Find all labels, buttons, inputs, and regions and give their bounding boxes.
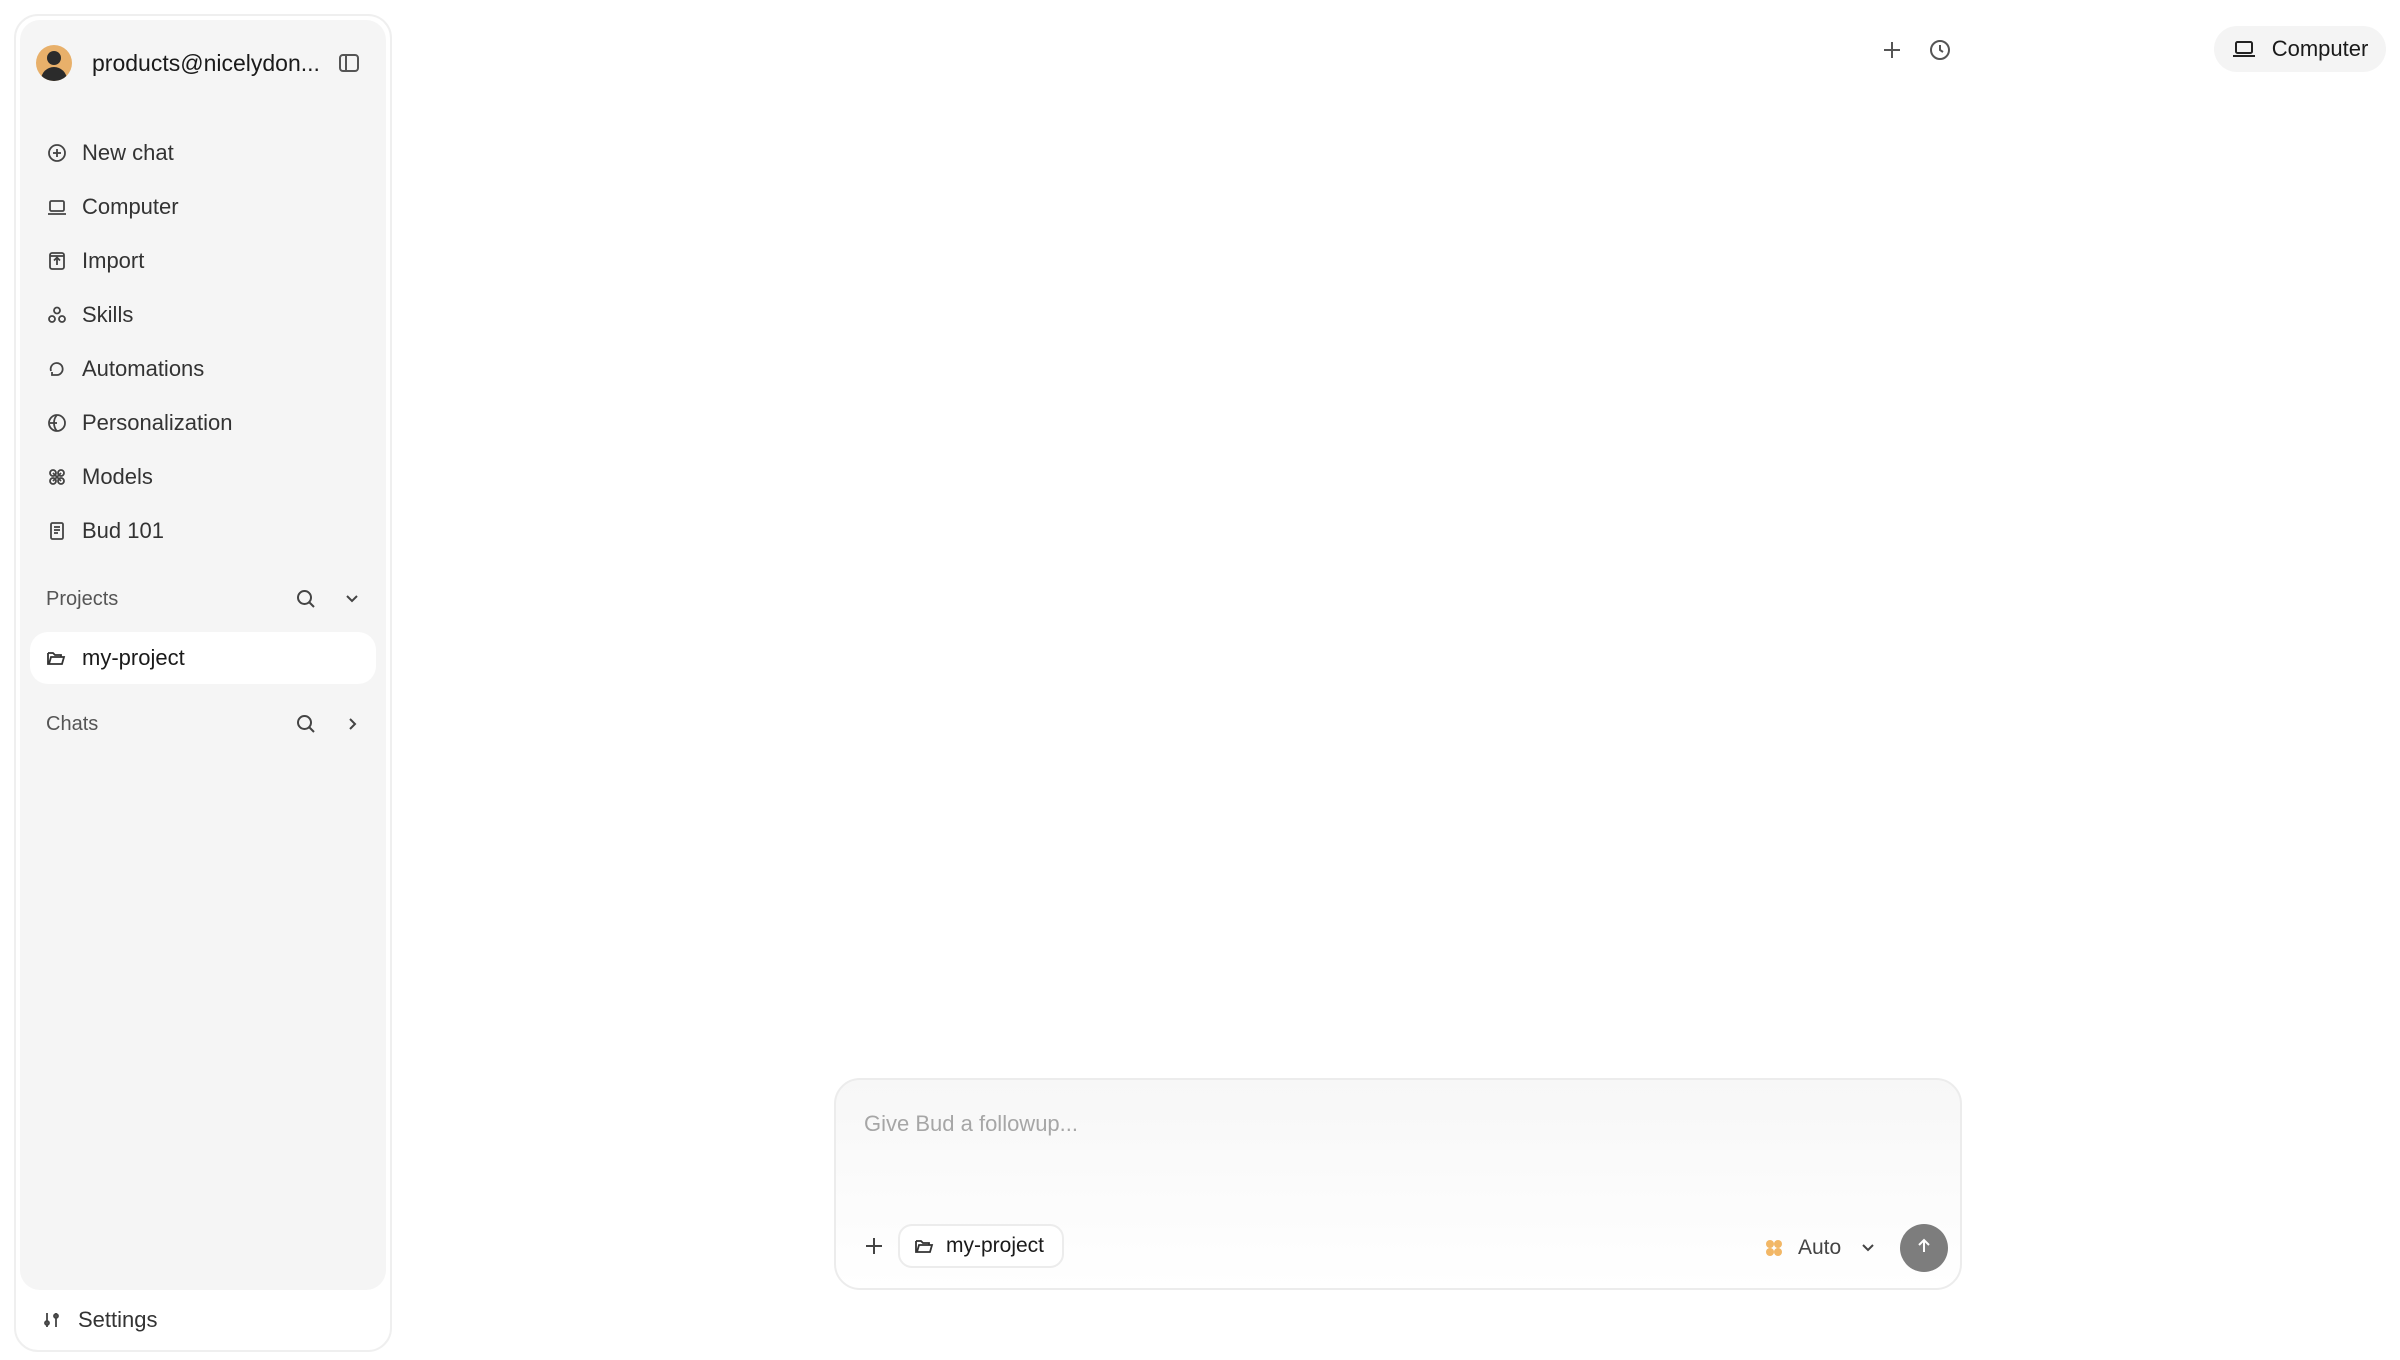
- user-email: products@nicelydon...: [92, 49, 320, 76]
- sidebar-item-label: Skills: [82, 302, 134, 327]
- personalization-icon: [46, 412, 68, 434]
- sidebar-item-bud-101[interactable]: Bud 101: [30, 504, 376, 558]
- sidebar-item-label: Models: [82, 464, 153, 489]
- sidebar-item-label: New chat: [82, 140, 174, 165]
- sidebar-nav: New chat Computer Import Skills Automati…: [30, 126, 376, 558]
- project-label: my-project: [82, 645, 185, 670]
- sidebar-item-label: Personalization: [82, 410, 233, 435]
- sidebar-item-automations[interactable]: Automations: [30, 342, 376, 396]
- settings-button[interactable]: Settings: [42, 1300, 158, 1340]
- sidebar-item-import[interactable]: Import: [30, 234, 376, 288]
- sidebar-item-computer[interactable]: Computer: [30, 180, 376, 234]
- attach-plus-icon[interactable]: [860, 1232, 888, 1260]
- project-chip[interactable]: my-project: [898, 1224, 1064, 1268]
- account-row[interactable]: products@nicelydon...: [36, 38, 370, 88]
- book-icon: [46, 520, 68, 542]
- project-item-my-project[interactable]: my-project: [30, 632, 376, 684]
- avatar[interactable]: [36, 45, 72, 81]
- composer: my-project Auto: [834, 1078, 1962, 1290]
- chevron-down-icon[interactable]: [334, 581, 370, 617]
- sidebar-panel: products@nicelydon... New chat Computer …: [20, 20, 386, 1290]
- new-chat-plus-icon[interactable]: [1878, 36, 1906, 64]
- arrow-up-icon: [1914, 1236, 1934, 1261]
- search-icon[interactable]: [288, 581, 324, 617]
- sidebar-item-label: Automations: [82, 356, 205, 381]
- send-button[interactable]: [1900, 1224, 1948, 1272]
- plus-circle-icon: [46, 142, 68, 164]
- computer-button[interactable]: Computer: [2214, 26, 2386, 72]
- laptop-icon: [2232, 38, 2258, 60]
- models-icon: [46, 466, 68, 488]
- sidebar-toggle-icon[interactable]: [337, 50, 362, 76]
- model-select[interactable]: Auto: [1764, 1228, 1884, 1268]
- projects-header: Projects: [46, 579, 370, 619]
- projects-label: Projects: [46, 587, 119, 610]
- folder-icon: [914, 1236, 936, 1256]
- history-icon[interactable]: [1926, 36, 1954, 64]
- automations-icon: [46, 358, 68, 380]
- sidebar-item-new-chat[interactable]: New chat: [30, 126, 376, 180]
- folder-icon: [46, 647, 68, 669]
- settings-icon: [42, 1309, 64, 1331]
- followup-input[interactable]: [862, 1110, 1866, 1138]
- sidebar-item-label: Import: [82, 248, 145, 273]
- chevron-down-icon: [1859, 1239, 1877, 1257]
- computer-label: Computer: [2271, 36, 2369, 61]
- laptop-icon: [46, 196, 68, 218]
- sidebar-item-skills[interactable]: Skills: [30, 288, 376, 342]
- sidebar-item-label: Bud 101: [82, 518, 164, 543]
- sidebar: products@nicelydon... New chat Computer …: [14, 14, 392, 1352]
- sidebar-item-personalization[interactable]: Personalization: [30, 396, 376, 450]
- sidebar-item-label: Computer: [82, 194, 179, 219]
- project-chip-label: my-project: [946, 1234, 1045, 1257]
- skills-icon: [46, 304, 68, 326]
- sidebar-item-models[interactable]: Models: [30, 450, 376, 504]
- model-icon: [1764, 1238, 1784, 1258]
- settings-label: Settings: [78, 1307, 158, 1332]
- chevron-right-icon[interactable]: [334, 706, 370, 742]
- chats-label: Chats: [46, 712, 99, 735]
- chats-header: Chats: [46, 704, 370, 744]
- search-icon[interactable]: [288, 706, 324, 742]
- import-icon: [46, 250, 68, 272]
- model-label: Auto: [1798, 1236, 1842, 1259]
